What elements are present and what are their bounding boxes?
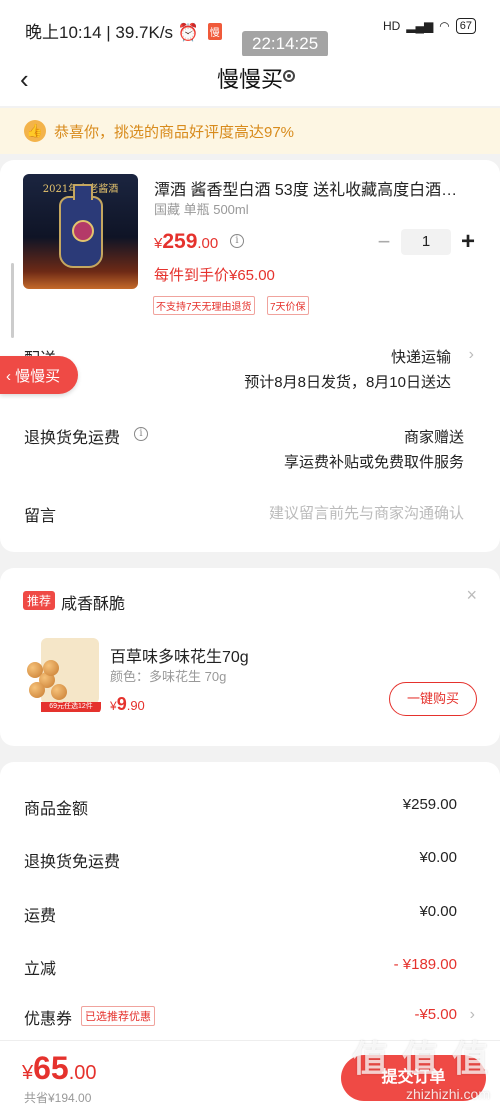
return-shipping-line1: 商家赠送 [403,429,464,446]
status-icons: HD ▂▄▆ ◠ 67 [383,18,476,34]
summary-value-freight: ¥0.00 [419,903,457,920]
total-price: ¥65.00 [22,1050,97,1087]
summary-label-discount: 立减 [24,961,57,978]
overlay-clock: 22:14:25 [242,31,329,57]
product-image[interactable]: 2021年产老酱酒 [23,174,138,289]
page-title: 慢慢买 [216,67,283,92]
status-time-text: 晚上10:14 | 39.7K/s [25,23,174,42]
nut-graphic [51,684,67,700]
recommend-image[interactable]: 69元任选12件 [23,632,101,714]
summary-label-freight: 运费 [24,908,57,925]
recommend-price: ¥9.90 [110,694,145,715]
bottle-graphic [59,184,103,268]
signal-icon: HD [382,19,401,33]
rec-price-decimal: .90 [126,698,145,713]
return-shipping-label: 退换货免运费 [24,430,121,447]
chevron-right-icon[interactable]: › [469,346,474,364]
return-shipping-line2: 享运费补贴或免费取件服务 [283,454,464,471]
nut-graphic [29,682,45,698]
price-integer: 259 [162,230,198,253]
price-decimal: .00 [197,235,219,252]
message-input[interactable]: 建议留言前先与商家沟通确认 [269,502,464,523]
increase-button[interactable]: + [457,228,479,256]
one-click-buy-button[interactable]: 一键购买 [389,682,477,716]
recommend-item-name[interactable]: 百草味多味花生70g [110,643,249,667]
product-price: ¥259.00 [154,230,218,254]
summary-label-coupon: 优惠券 [24,1011,73,1028]
manmanmai-float-button[interactable]: ‹ 慢慢买 [0,356,78,394]
promo-strip: 69元任选12件 [41,702,101,712]
product-name[interactable]: 潭酒 酱香型白酒 53度 送礼收藏高度白酒… [154,176,474,200]
rec-price-integer: 9 [116,694,127,714]
message-label: 留言 [24,508,57,525]
praise-banner: 👍 恭喜你，挑选的商品好评度高达97% [0,108,500,154]
product-spec[interactable]: 国藏 单瓶 500ml [154,199,249,218]
quantity-input[interactable]: 1 [401,229,451,255]
quantity-stepper: − 1 + [373,228,479,256]
status-time: 晚上10:14 | 39.7K/s ⏰ 慢 [25,18,222,43]
header: ‹ 慢慢买 [0,56,500,106]
total-decimal: .00 [68,1062,97,1084]
total-symbol: ¥ [22,1062,34,1084]
recommend-item-spec: 颜色：多味花生 70g [110,669,227,684]
info-icon[interactable]: i [230,234,244,248]
return-info-icon[interactable]: i [134,427,148,441]
location-pin-icon[interactable] [283,70,295,82]
saved-amount: 共省¥194.00 [24,1091,92,1105]
thumbs-up-icon: 👍 [24,120,46,142]
watermark-logo: 值 值 值 [351,1038,490,1079]
delivery-method[interactable]: 快递运输 [391,346,451,367]
scrollbar[interactable] [11,263,14,338]
summary-value-discount: - ¥189.00 [393,956,457,973]
summary-value-coupon[interactable]: -¥5.00 [414,1006,457,1023]
coupon-tag: 已选推荐优惠 [81,1006,155,1026]
no-return-tag: 不支持7天无理由退货 [153,296,255,315]
recommend-tag: 推荐 [23,591,56,610]
battery-icon: 67 [455,18,476,34]
nut-graphic [43,660,59,676]
delivery-estimate: 预计8月8日发货，8月10日送达 [244,374,451,391]
banner-text: 恭喜你，挑选的商品好评度高达97% [54,123,295,141]
decrease-button[interactable]: − [373,229,395,255]
unit-price: 每件到手价¥65.00 [154,267,275,284]
watermark-url: zhizhizhi.com [405,1086,490,1102]
alarm-icon: ⏰ [177,23,199,42]
total-integer: 65 [33,1050,69,1086]
coupon-chevron-icon[interactable]: › [470,1006,475,1024]
recommend-title: 咸香酥脆 [61,596,126,613]
summary-value-goods: ¥259.00 [402,796,457,813]
rec-price-symbol: ¥ [110,699,117,713]
signal-bars-icon: ▂▄▆ [406,19,434,33]
summary-label-goods: 商品金额 [24,801,89,818]
price-protect-tag: 7天价保 [267,296,309,315]
summary-value-return: ¥0.00 [419,849,457,866]
app-badge: 慢 [207,23,222,40]
wifi-icon: ◠ [439,19,450,33]
summary-label-return: 退换货免运费 [24,854,121,871]
close-icon[interactable]: × [466,585,477,606]
